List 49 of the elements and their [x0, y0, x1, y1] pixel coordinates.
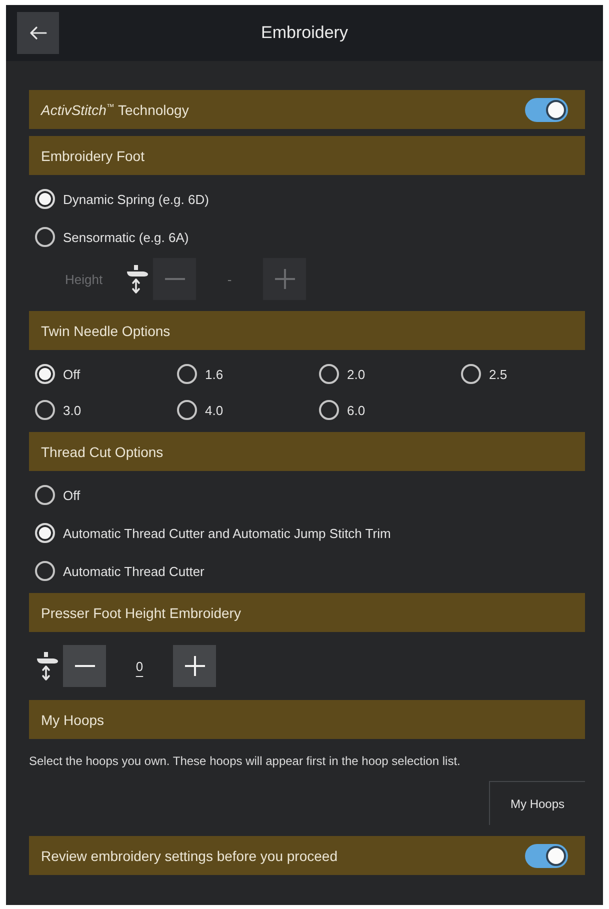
plus-icon — [184, 656, 204, 676]
back-button[interactable] — [17, 12, 59, 54]
radio-button[interactable] — [35, 189, 55, 209]
toggle-switch[interactable] — [525, 844, 568, 868]
section-title: My Hoops — [41, 712, 104, 728]
option-label: 2.5 — [489, 366, 508, 382]
radio-button[interactable] — [35, 561, 55, 581]
section-title: Embroidery Foot — [41, 148, 144, 164]
option-label: Off — [63, 488, 80, 502]
minus-icon — [164, 278, 184, 280]
option-label: Off — [63, 366, 80, 382]
option-label: Dynamic Spring (e.g. 6D) — [63, 192, 209, 206]
presser-foot-icon — [35, 651, 60, 681]
section-title: Thread Cut Options — [41, 444, 164, 460]
section-title: Twin Needle Options — [41, 322, 170, 338]
radio-button[interactable] — [177, 400, 197, 420]
radio-button[interactable] — [319, 364, 339, 384]
option-label: 6.0 — [347, 402, 366, 418]
option-label: 2.0 — [347, 366, 366, 382]
radio-button[interactable] — [35, 364, 55, 384]
section-title: Presser Foot Height Embroidery — [41, 604, 241, 620]
description-text: Select the hoops you own. These hoops will appear first in the hoop selection list. — [29, 753, 462, 770]
option-label: 4.0 — [205, 402, 224, 418]
section-title: Review embroidery settings before you proceed — [41, 848, 338, 864]
stepper-value: 0 — [134, 658, 144, 674]
my-hoops-button[interactable]: My Hoops — [489, 781, 585, 825]
radio-button[interactable] — [35, 485, 55, 505]
radio-button[interactable] — [461, 364, 481, 384]
increase-button[interactable] — [173, 645, 216, 687]
arrow-left-icon — [29, 26, 47, 40]
presser-foot-icon — [125, 264, 150, 294]
option-label: 1.6 — [205, 366, 224, 382]
plus-icon — [274, 269, 294, 289]
stepper-value: - — [226, 272, 233, 286]
radio-button[interactable] — [177, 364, 197, 384]
decrease-button[interactable] — [63, 645, 106, 687]
option-label: Sensormatic (e.g. 6A) — [63, 230, 189, 244]
section-title: ActivStitch$^{™}$ Technology — [41, 102, 189, 118]
radio-button[interactable] — [319, 400, 339, 420]
toggle-switch[interactable] — [525, 98, 568, 122]
radio-button[interactable] — [35, 523, 55, 543]
radio-button[interactable] — [35, 400, 55, 420]
option-label: 3.0 — [63, 402, 82, 418]
minus-icon — [74, 665, 94, 667]
radio-button[interactable] — [35, 227, 55, 247]
page-title: Embroidery — [260, 23, 349, 43]
option-label: Automatic Thread Cutter — [63, 564, 204, 578]
stepper-label: Height — [65, 272, 104, 286]
option-label: Automatic Thread Cutter and Automatic Jump Stitch Trim — [63, 526, 391, 540]
